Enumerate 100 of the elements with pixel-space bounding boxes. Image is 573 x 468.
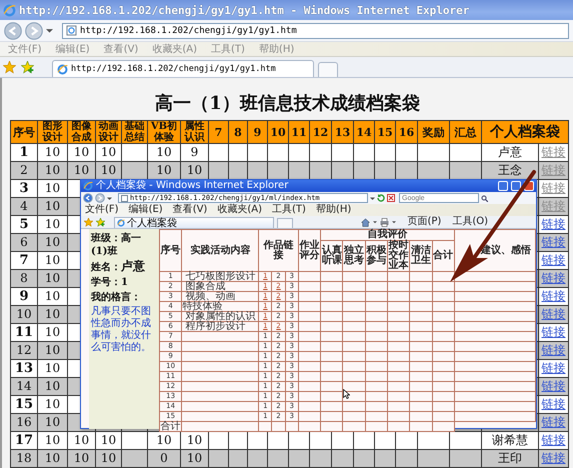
column-header: 奖励	[418, 120, 450, 144]
menu-item[interactable]: 收藏夹(A)	[217, 204, 262, 216]
table-cell: 10	[148, 432, 180, 450]
add-favorite-icon[interactable]	[21, 60, 34, 74]
page-title: 高一（1）班信息技术成绩档案袋	[154, 92, 421, 116]
table-cell: 谢希慧	[482, 432, 538, 450]
column-header: 10	[268, 120, 288, 144]
menu-item[interactable]: 查看(V)	[104, 42, 138, 56]
column-header: 作业评分	[298, 230, 321, 272]
menu-item[interactable]: 帮助(H)	[316, 204, 352, 216]
table-cell: 15	[10, 396, 38, 414]
ie-logo-icon	[57, 64, 68, 74]
table-cell: 10	[180, 432, 208, 450]
caret-icon[interactable]	[373, 220, 378, 224]
table-cell: 10	[38, 198, 68, 216]
stop-icon[interactable]	[387, 194, 395, 202]
column-header: 属性认识	[180, 120, 208, 144]
table-cell: 10	[10, 306, 38, 324]
table-cell: 10	[180, 450, 208, 468]
table-cell: 5	[10, 216, 38, 234]
table-cell: 合计	[160, 422, 182, 432]
menu-item[interactable]: 帮助(H)	[258, 42, 294, 56]
table-cell: 10	[38, 234, 68, 252]
table-cell: 12	[10, 342, 38, 360]
table-cell: 13	[10, 360, 38, 378]
home-icon[interactable]	[361, 218, 370, 226]
toolbar-menu[interactable]: 工具(O)	[452, 216, 488, 228]
motto-label: 我的格言：	[91, 291, 142, 304]
profile-field: 学号：1	[91, 276, 157, 289]
column-header: 序号	[160, 230, 182, 272]
back-button[interactable]	[4, 22, 22, 40]
column-header: 11	[288, 120, 310, 144]
table-cell: 10	[38, 360, 68, 378]
table-cell: 10	[96, 432, 122, 450]
table-cell: 10	[38, 324, 68, 342]
table-cell: 10	[38, 270, 68, 288]
column-header: 7	[208, 120, 228, 144]
table-cell: 8	[10, 270, 38, 288]
menu-item[interactable]: 工具(T)	[272, 204, 306, 216]
column-header: 图形设计	[38, 120, 68, 144]
column-header: 图像合成	[68, 120, 96, 144]
caret-icon[interactable]	[107, 196, 112, 200]
star-icon[interactable]	[84, 218, 93, 226]
minimize-button[interactable]	[498, 181, 508, 191]
table-cell: 10	[38, 450, 68, 468]
table-cell: 17	[10, 432, 38, 450]
ie-logo-icon	[117, 219, 125, 227]
add-favorite-icon[interactable]	[96, 218, 105, 226]
address-field[interactable]: http://192.168.1.202/chengji/gy1/gy1.htm	[62, 22, 569, 38]
table-cell: 10	[68, 450, 96, 468]
table-cell: 七巧板图形设计	[182, 272, 259, 282]
table-cell: 10	[38, 414, 68, 432]
table-cell: 10	[68, 162, 96, 180]
table-cell: 图象合成	[182, 282, 259, 292]
window-title: http://192.168.1.202/chengji/gy1/gy1.htm - Windows Internet Explorer	[19, 4, 470, 16]
table-cell: 10	[38, 378, 68, 396]
column-header: 9	[248, 120, 268, 144]
column-header: 积极参与	[365, 240, 388, 272]
column-header: 实践活动内容	[182, 230, 259, 272]
menu-item[interactable]: 编辑(E)	[56, 42, 90, 56]
table-cell: 11	[10, 324, 38, 342]
menu-item[interactable]: 编辑(E)	[128, 204, 163, 216]
maximize-button[interactable]	[511, 181, 521, 191]
table-cell: 王印	[482, 450, 538, 468]
menu-item[interactable]: 文件(F)	[85, 204, 119, 216]
search-icon[interactable]	[481, 194, 488, 202]
caret-icon[interactable]	[370, 196, 375, 200]
star-icon[interactable]	[3, 60, 16, 74]
table-cell: 卢意	[482, 144, 538, 162]
menu-item[interactable]: 文件(F)	[8, 42, 42, 56]
column-header: 按时交作业本	[387, 240, 410, 272]
profile-field: 班级：高一(1)班	[91, 232, 157, 258]
browser-tab[interactable]: 个人档案袋	[114, 217, 274, 228]
toolbar-menu[interactable]: 页面(P)	[407, 216, 442, 228]
table-cell: 3	[10, 180, 38, 198]
browser-tab[interactable]: http://192.168.1.202/chengji/gy1/gy1.htm	[52, 60, 314, 77]
table-cell: 10	[148, 144, 180, 162]
ie-logo-icon	[83, 181, 93, 191]
table-cell: 10	[38, 396, 68, 414]
table-cell: 10	[68, 144, 96, 162]
table-cell: 特技体验	[182, 302, 259, 312]
caret-icon[interactable]	[392, 220, 396, 224]
back-button[interactable]	[83, 193, 93, 203]
window-title: 个人档案袋 - Windows Internet Explorer	[96, 180, 290, 192]
table-cell: 1	[10, 144, 38, 162]
column-header: 个人档案袋	[482, 120, 568, 144]
ie-logo-icon	[3, 4, 16, 16]
table-cell: 视频、动画	[182, 292, 259, 302]
column-header: VB初体验	[148, 120, 180, 144]
table-cell: 10	[180, 162, 208, 180]
caret-icon[interactable]	[46, 27, 53, 34]
print-icon[interactable]	[380, 218, 390, 226]
menu-item[interactable]: 收藏夹(A)	[152, 42, 197, 56]
column-header: 自我评价	[320, 230, 454, 240]
table-cell: 14	[10, 378, 38, 396]
refresh-icon[interactable]	[377, 194, 385, 202]
column-header: 作品链接	[258, 230, 298, 272]
menu-item[interactable]: 查看(V)	[172, 204, 208, 216]
table-cell: 10	[96, 162, 122, 180]
menu-item[interactable]: 工具(T)	[211, 42, 245, 56]
